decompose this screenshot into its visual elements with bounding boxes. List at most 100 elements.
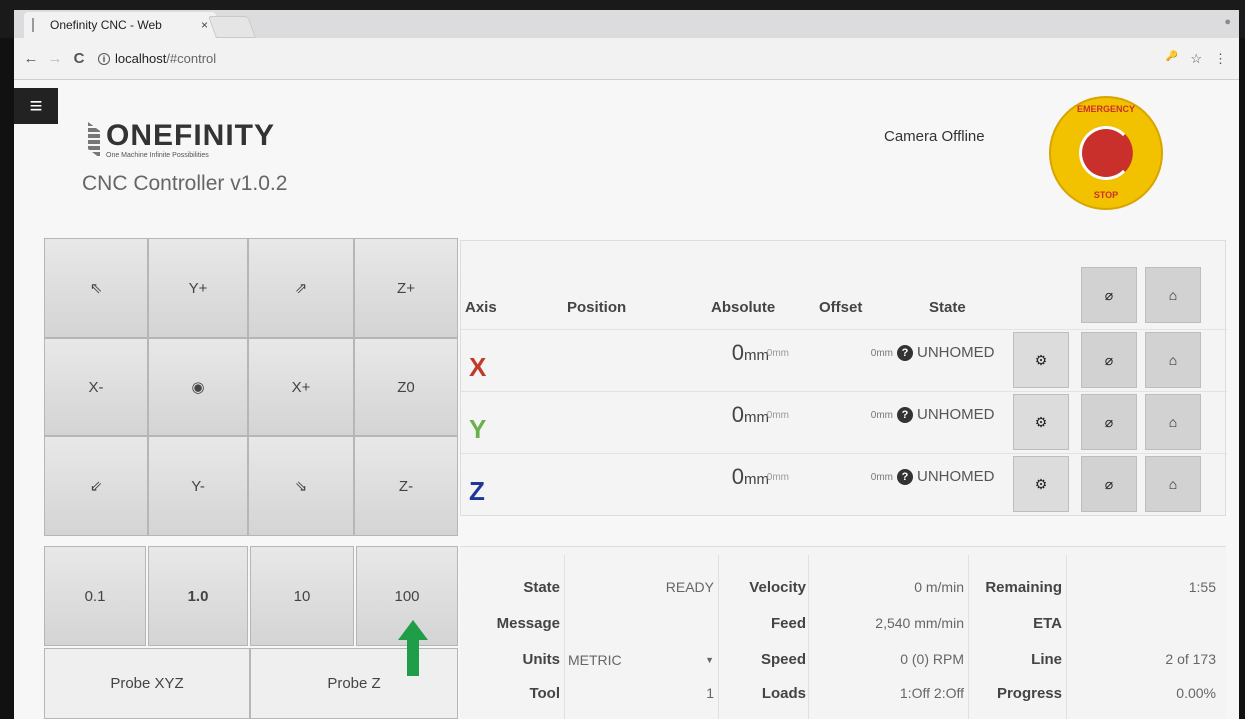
remaining-value: 1:55 xyxy=(1188,579,1216,595)
chevron-down-icon: ▼ xyxy=(705,655,714,665)
set-position-button[interactable]: ⚙ xyxy=(1013,456,1069,512)
address-bar[interactable]: i localhost/#control xyxy=(98,47,1166,71)
url-host: localhost xyxy=(115,51,167,66)
estop-label-top: EMERGENCY xyxy=(1076,104,1135,114)
step-10-button[interactable]: 10 xyxy=(250,546,354,646)
axis-absolute: 0mm xyxy=(766,472,789,483)
info-icon[interactable]: i xyxy=(98,52,110,65)
axis-state: ? UNHOMED xyxy=(897,344,995,361)
progress-value: 0.00% xyxy=(1176,685,1216,701)
logo: ONEFINITY One Machine Infinite Possibili… xyxy=(88,119,276,159)
jog-xminus-yminus-button[interactable]: ⇙ xyxy=(44,436,148,536)
jog-z-zero-button[interactable]: Z0 xyxy=(354,338,458,436)
tool-value: 1 xyxy=(706,685,714,701)
logo-tagline: One Machine Infinite Possibilities xyxy=(106,152,209,159)
loads-value: 1:Off 2:Off xyxy=(899,685,964,701)
jog-yminus-button[interactable]: Y- xyxy=(148,436,248,536)
loads-label: Loads xyxy=(761,685,806,702)
set-position-button[interactable]: ⚙ xyxy=(1013,332,1069,388)
jog-xplus-yminus-button[interactable]: ⇘ xyxy=(248,436,354,536)
tab-title: Onefinity CNC - Web xyxy=(50,18,162,32)
home-axis-button[interactable]: ⌂ xyxy=(1145,332,1201,388)
axis-header: Axis xyxy=(465,299,497,316)
axis-absolute: 0mm xyxy=(766,348,789,359)
axis-letter: Y xyxy=(469,414,487,444)
jog-zminus-button[interactable]: Z- xyxy=(354,436,458,536)
jog-yplus-button[interactable]: Y+ xyxy=(148,238,248,338)
zero-axis-button[interactable]: ⌀ xyxy=(1081,394,1137,450)
absolute-header: Absolute xyxy=(711,299,776,316)
step-0-1-button[interactable]: 0.1 xyxy=(44,546,146,646)
probe-xyz-button[interactable]: Probe XYZ xyxy=(44,648,250,719)
tab-close-icon[interactable]: × xyxy=(201,18,208,32)
units-select[interactable]: METRIC ▼ xyxy=(568,649,714,671)
divider xyxy=(808,555,809,719)
position-header: Position xyxy=(567,299,627,316)
profile-icon[interactable]: ● xyxy=(1224,16,1231,28)
jog-xminus-button[interactable]: X- xyxy=(44,338,148,436)
forward-icon[interactable]: → xyxy=(44,50,66,67)
browser-tabbar: Onefinity CNC - Web × ● xyxy=(0,0,1245,38)
tool-label: Tool xyxy=(529,685,560,702)
state-header: State xyxy=(929,299,966,316)
home-axis-button[interactable]: ⌂ xyxy=(1145,394,1201,450)
favicon-icon xyxy=(32,18,42,32)
axis-letter: X xyxy=(469,352,487,382)
axis-row-y: Y 0mm 0mm 0mm ? UNHOMED ⚙ ⌀ ⌂ xyxy=(461,391,1227,453)
message-label: Message xyxy=(496,615,560,632)
feed-value: 2,540 mm/min xyxy=(875,615,964,631)
feed-label: Feed xyxy=(770,615,806,632)
page: ≡ ONEFINITY One Machine Infinite Possibi… xyxy=(14,80,1239,719)
browser-menu-icon[interactable]: ⋮ xyxy=(1214,51,1227,67)
divider xyxy=(1066,555,1067,719)
status-panel: State READY Message Units METRIC ▼ Tool 1… xyxy=(460,546,1226,719)
key-icon[interactable]: 🔑 xyxy=(1166,51,1178,67)
zero-all-button[interactable]: ⌀ xyxy=(1081,267,1137,323)
bookmark-star-icon[interactable]: ☆ xyxy=(1190,51,1202,67)
home-axis-button[interactable]: ⌂ xyxy=(1145,456,1201,512)
eta-label: ETA xyxy=(1033,615,1062,632)
velocity-value: 0 m/min xyxy=(914,579,964,595)
zero-axis-button[interactable]: ⌀ xyxy=(1081,456,1137,512)
question-icon: ? xyxy=(897,468,913,485)
camera-status: Camera Offline xyxy=(884,128,985,145)
question-icon: ? xyxy=(897,406,913,423)
estop-label-bottom: STOP xyxy=(1093,190,1119,200)
estop-ring-icon xyxy=(1079,126,1133,180)
back-icon[interactable]: ← xyxy=(20,50,42,67)
logo-text: ONEFINITY xyxy=(106,119,276,152)
axis-offset: 0mm xyxy=(870,410,893,421)
hamburger-menu-icon[interactable]: ≡ xyxy=(14,88,58,124)
jog-xplus-yplus-button[interactable]: ⇗ xyxy=(248,238,354,338)
units-label: Units xyxy=(522,651,561,668)
jog-zplus-button[interactable]: Z+ xyxy=(354,238,458,338)
speed-label: Speed xyxy=(760,651,806,668)
axis-table: Axis Position Absolute Offset State ⌀ ⌂ … xyxy=(460,240,1227,516)
state-value: READY xyxy=(665,579,714,595)
axis-letter: Z xyxy=(469,476,485,506)
set-position-button[interactable]: ⚙ xyxy=(1013,394,1069,450)
state-label: State xyxy=(523,579,560,596)
jog-xplus-button[interactable]: X+ xyxy=(248,338,354,436)
question-icon: ? xyxy=(897,344,913,361)
axis-state: ? UNHOMED xyxy=(897,468,995,485)
emergency-stop-button[interactable]: EMERGENCY STOP xyxy=(1049,96,1163,210)
zero-axis-button[interactable]: ⌀ xyxy=(1081,332,1137,388)
jog-xminus-yplus-button[interactable]: ⇖ xyxy=(44,238,148,338)
reload-icon[interactable]: C xyxy=(68,50,90,67)
progress-label: Progress xyxy=(996,685,1062,702)
axis-row-z: Z 0mm 0mm 0mm ? UNHOMED ⚙ ⌀ ⌂ xyxy=(461,453,1227,515)
new-tab-button[interactable] xyxy=(207,16,257,38)
velocity-label: Velocity xyxy=(749,579,806,596)
remaining-label: Remaining xyxy=(985,579,1062,596)
step-1-0-button[interactable]: 1.0 xyxy=(148,546,248,646)
browser-tab[interactable]: Onefinity CNC - Web × xyxy=(24,12,216,38)
home-all-button[interactable]: ⌂ xyxy=(1145,267,1201,323)
line-label: Line xyxy=(1031,651,1062,668)
jog-home-center-button[interactable]: ◉ xyxy=(148,338,248,436)
axis-row-x: X 0mm 0mm 0mm ? UNHOMED ⚙ ⌀ ⌂ xyxy=(461,329,1227,391)
axis-state: ? UNHOMED xyxy=(897,406,995,423)
browser-toolbar: ← → C i localhost/#control 🔑 ☆ ⋮ xyxy=(14,38,1239,80)
line-value: 2 of 173 xyxy=(1165,651,1216,667)
green-arrow-icon xyxy=(398,620,428,676)
